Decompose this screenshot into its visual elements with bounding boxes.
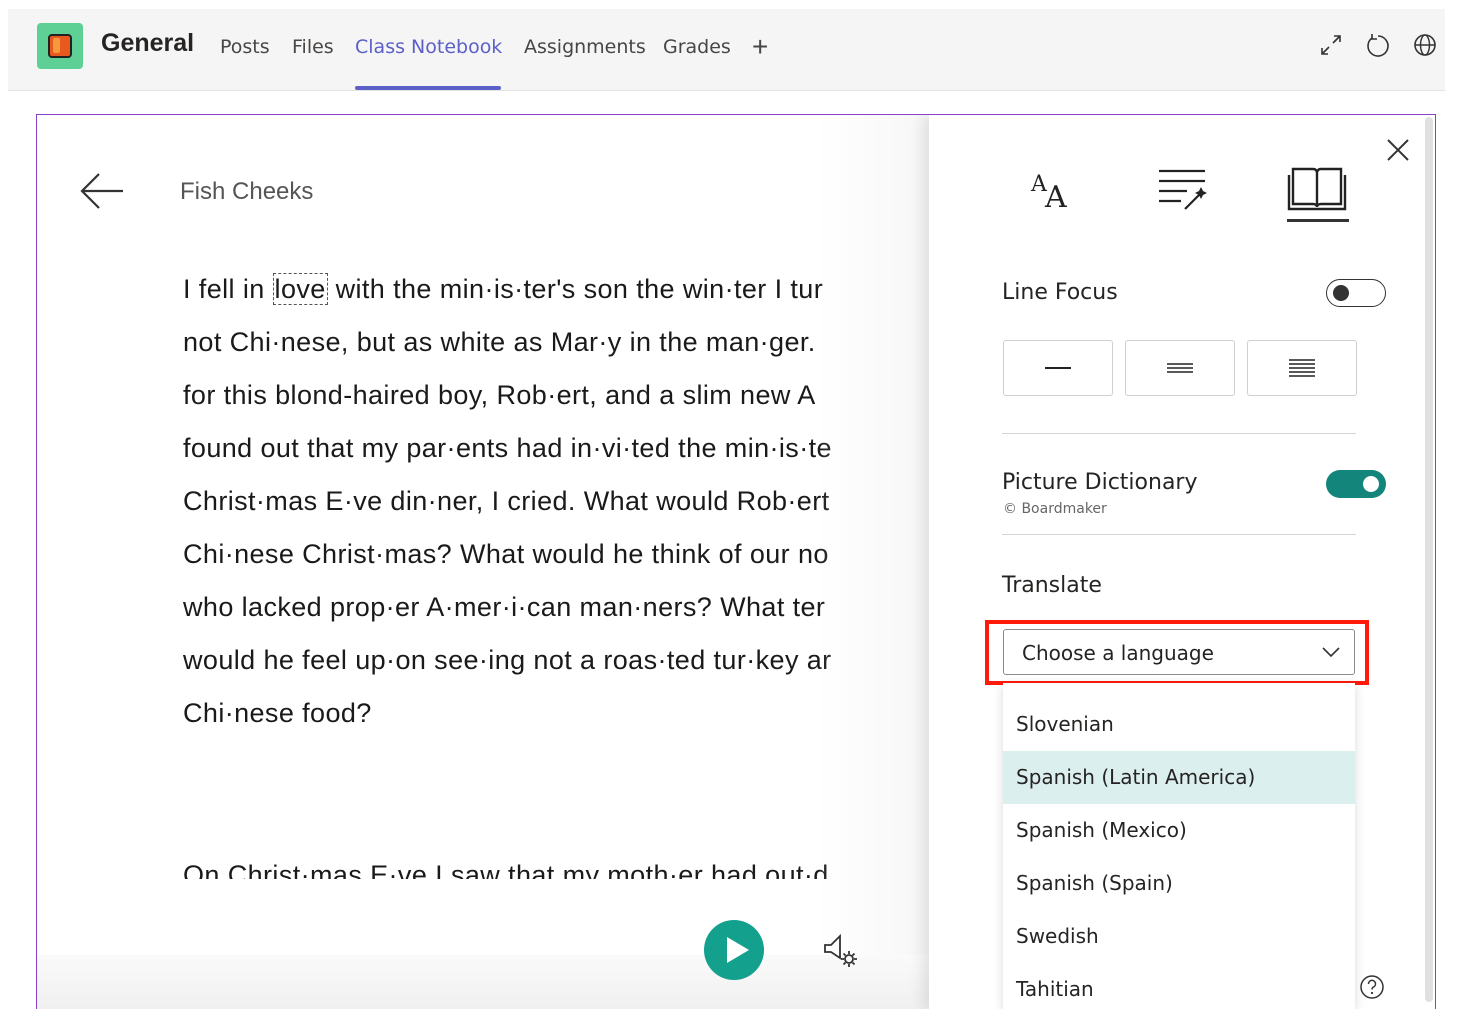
picture-dictionary-credit: © Boardmaker — [1003, 501, 1107, 517]
language-option[interactable]: Swedish — [1003, 910, 1355, 963]
divider — [1002, 534, 1356, 535]
help-icon[interactable] — [1359, 974, 1385, 1000]
team-icon[interactable] — [37, 23, 83, 69]
line-focus-one-line-button[interactable] — [1003, 340, 1113, 396]
picture-dictionary-toggle[interactable] — [1326, 470, 1386, 498]
panel-shadow — [817, 115, 937, 1009]
line-focus-label: Line Focus — [1002, 280, 1118, 305]
language-option[interactable]: Spanish (Mexico) — [1003, 804, 1355, 857]
refresh-icon[interactable] — [1364, 31, 1392, 59]
play-button[interactable] — [704, 920, 764, 980]
tab-class-notebook[interactable]: Class Notebook — [355, 36, 502, 58]
playback-bar — [37, 955, 937, 1009]
svg-text:A: A — [1044, 180, 1067, 213]
language-option[interactable]: Spanish (Spain) — [1003, 857, 1355, 910]
immersive-reader: Fish Cheeks I fell in love with the min·… — [36, 114, 1436, 1009]
tab-assignments[interactable]: Assignments — [524, 36, 646, 58]
globe-icon[interactable] — [1411, 31, 1439, 59]
picture-dictionary-label: Picture Dictionary — [1002, 470, 1198, 495]
divider — [1002, 433, 1356, 434]
text-preferences-icon[interactable]: A A — [1025, 163, 1085, 213]
annotation-highlight — [985, 620, 1369, 685]
language-list: Slovenian Spanish (Latin America) Spanis… — [1003, 683, 1355, 1009]
channel-title: General — [101, 29, 195, 57]
line-focus-five-lines-button[interactable] — [1247, 340, 1357, 396]
active-tab-indicator — [355, 86, 501, 90]
close-icon[interactable] — [1385, 137, 1411, 163]
active-panel-tab-indicator — [1287, 219, 1349, 222]
tab-files[interactable]: Files — [292, 36, 334, 58]
reading-preferences-panel: A A Line Focus Picture Dictionary © Boar… — [929, 115, 1435, 1009]
voice-settings-icon[interactable] — [821, 931, 859, 969]
add-tab-button[interactable]: + — [752, 31, 768, 63]
document-title: Fish Cheeks — [180, 178, 314, 205]
expand-icon[interactable] — [1317, 31, 1345, 59]
line-focus-toggle[interactable] — [1326, 279, 1386, 307]
channel-header: General Posts Files Class Notebook Assig… — [8, 9, 1445, 91]
tab-posts[interactable]: Posts — [220, 36, 270, 58]
language-option[interactable]: Tahitian — [1003, 963, 1355, 1009]
translate-label: Translate — [1002, 573, 1102, 598]
language-option-hovered[interactable]: Spanish (Latin America) — [1003, 751, 1355, 804]
panel-scrollbar[interactable] — [1425, 117, 1433, 1002]
language-option-partial — [1003, 683, 1355, 698]
tab-grades[interactable]: Grades — [663, 36, 731, 58]
reading-preferences-icon[interactable] — [1287, 163, 1347, 213]
grammar-options-icon[interactable] — [1155, 163, 1215, 213]
line-focus-three-lines-button[interactable] — [1125, 340, 1235, 396]
language-option[interactable]: Slovenian — [1003, 698, 1355, 751]
back-arrow-icon[interactable] — [79, 171, 125, 211]
focused-word[interactable]: love — [272, 273, 328, 305]
